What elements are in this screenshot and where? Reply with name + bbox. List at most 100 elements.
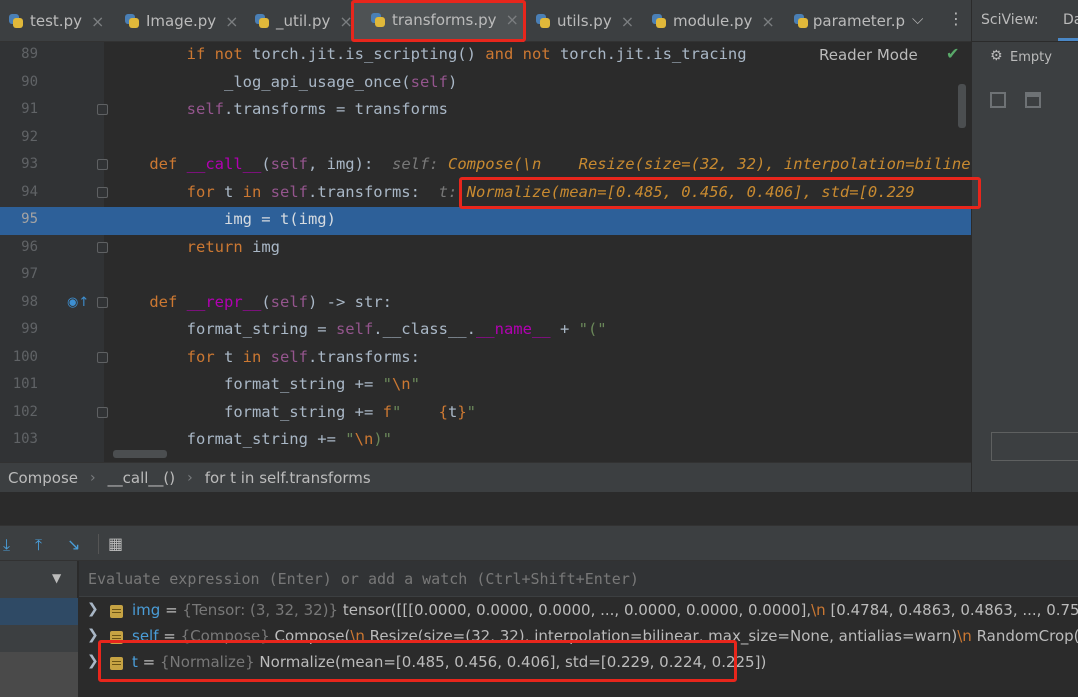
breadcrumb-item-class[interactable]: Compose [8, 469, 78, 487]
line-number: 97 [21, 266, 38, 282]
sciview-title: SciView: [981, 12, 1039, 28]
code-line[interactable]: 100 for t in self.transforms: [0, 345, 971, 373]
sciview-header: SciView: Da [972, 0, 1078, 42]
code-text: if not torch.jit.is_scripting() and not … [186, 45, 747, 63]
fold-marker-icon[interactable] [97, 186, 108, 198]
line-number: 89 [21, 46, 38, 62]
dropdown-arrow-icon[interactable]: ▼ [52, 571, 61, 585]
code-text: for t in self.transforms: [186, 347, 420, 366]
fold-marker-icon[interactable] [97, 296, 108, 308]
horizontal-scrollbar[interactable] [113, 450, 167, 458]
table-icon[interactable]: ▦ [108, 534, 123, 553]
step-out-icon[interactable]: ⤒ [35, 535, 42, 555]
breadcrumb-item-loop[interactable]: for t in self.transforms [205, 469, 371, 487]
line-number: 93 [21, 156, 38, 172]
code-line[interactable]: 101 format_string += "\n" [0, 372, 971, 400]
code-text: format_string += f" {t}" [112, 402, 477, 421]
tab-utils-py[interactable]: utils.py × [535, 0, 634, 42]
python-file-icon [254, 13, 270, 29]
code-text: self.transforms = transforms [186, 100, 448, 118]
code-line[interactable]: 91 self.transforms = transforms [0, 97, 971, 125]
inline-hint-label: self: [391, 155, 448, 173]
code-line[interactable]: 98 ◉↑ def __repr__(self) -> str: [0, 290, 971, 318]
highlight-box-variable-t [98, 640, 737, 682]
fold-marker-icon[interactable] [97, 104, 108, 115]
sciview-empty-row: ⚙ Empty [972, 44, 1078, 72]
tab-util-py[interactable]: _util.py × [254, 0, 353, 42]
tab-test-py[interactable]: test.py × [8, 0, 104, 42]
variable-icon [110, 605, 123, 618]
chevron-down-icon[interactable]: ⌵ [912, 10, 923, 28]
line-number: 94 [21, 183, 38, 200]
fold-marker-icon[interactable] [97, 159, 108, 170]
empty-label: Empty [1010, 50, 1052, 65]
code-line[interactable]: 89 if not torch.jit.is_scripting() and n… [0, 42, 971, 70]
line-number: 103 [12, 431, 38, 447]
code-line[interactable]: 93 def __call__(self, img): self: Compos… [0, 152, 971, 180]
code-line[interactable]: 97 [0, 262, 971, 290]
expand-arrow-icon[interactable]: ❯ [87, 627, 99, 643]
expand-arrow-icon[interactable]: ❯ [87, 653, 99, 669]
tab-label: test.py [30, 12, 82, 30]
line-number: 91 [21, 101, 38, 117]
tab-label: utils.py [557, 12, 612, 30]
step-into-icon[interactable]: ⤓ [3, 535, 10, 555]
breadcrumb: Compose › __call__() › for t in self.tra… [0, 462, 971, 492]
code-editor[interactable]: Reader Mode ✔ 89 if not torch.jit.is_scr… [0, 42, 971, 462]
frame-item-selected[interactable] [0, 598, 78, 625]
tab-label: module.py [673, 12, 753, 30]
tab-module-py[interactable]: module.py × [651, 0, 775, 42]
tab-image-py[interactable]: Image.py × [124, 0, 239, 42]
sciview-data-tab[interactable]: Da [1063, 12, 1078, 28]
close-icon[interactable]: × [225, 12, 238, 31]
frame-item[interactable] [0, 652, 78, 697]
sciview-panel: SciView: Da ⚙ Empty [971, 0, 1078, 492]
frames-pane: ▼ [0, 561, 78, 697]
close-icon[interactable]: × [621, 12, 634, 31]
python-file-icon [8, 13, 24, 29]
fold-marker-icon[interactable] [97, 351, 108, 363]
expand-arrow-icon[interactable]: ❯ [87, 601, 99, 617]
frame-item[interactable] [0, 625, 78, 652]
line-number: 96 [21, 238, 38, 255]
line-number: 101 [12, 376, 38, 392]
code-text: format_string = self.__class__.__name__ … [112, 320, 607, 338]
sciview-input-box[interactable] [991, 432, 1078, 461]
code-text: img = t(img) [112, 210, 336, 228]
code-text: def __call__(self, img): self: Compose(\… [112, 155, 971, 173]
chevron-right-icon: › [90, 469, 96, 486]
line-number: 99 [21, 321, 38, 337]
fold-marker-icon[interactable] [97, 241, 108, 253]
tab-parameter-py[interactable]: parameter.p [793, 0, 905, 42]
evaluate-expression-input[interactable]: Evaluate expression (Enter) or add a wat… [79, 561, 1078, 597]
run-to-cursor-icon[interactable]: ↘ [67, 535, 80, 554]
code-line[interactable]: 92 [0, 125, 971, 153]
more-vertical-icon[interactable]: ⋮ [948, 9, 964, 28]
python-file-icon [535, 13, 551, 29]
tab-label: _util.py [276, 12, 331, 30]
evaluate-placeholder: Evaluate expression (Enter) or add a wat… [88, 570, 639, 588]
code-line[interactable]: 102 format_string += f" {t}" [0, 400, 971, 428]
breadcrumb-item-method[interactable]: __call__() [108, 469, 175, 487]
window-icon[interactable] [1025, 92, 1041, 108]
code-text: def __repr__(self) -> str: [149, 292, 392, 311]
close-icon[interactable]: × [91, 12, 104, 31]
code-line[interactable]: 96 return img [0, 235, 971, 263]
current-execution-line[interactable]: 95 img = t(img) [0, 207, 971, 235]
vertical-scrollbar[interactable] [958, 84, 966, 128]
code-line[interactable]: 99 format_string = self.__class__.__name… [0, 317, 971, 345]
line-number: 102 [12, 403, 38, 420]
variable-row-img[interactable]: ❯ img = {Tensor: (3, 32, 32)} tensor([[[… [79, 598, 1078, 625]
line-number: 90 [21, 73, 38, 90]
tab-label: Image.py [146, 12, 217, 30]
override-marker-icon[interactable]: ◉↑ [67, 295, 89, 310]
gear-icon[interactable]: ⚙ [990, 48, 1003, 64]
close-icon[interactable]: × [761, 12, 774, 31]
chevron-right-icon: › [187, 469, 193, 486]
fold-marker-icon[interactable] [97, 406, 108, 418]
python-file-icon [793, 13, 808, 29]
expand-icon[interactable] [990, 92, 1006, 108]
code-text: return img [186, 237, 280, 256]
python-file-icon [124, 13, 140, 29]
code-line[interactable]: 90 _log_api_usage_once(self) [0, 70, 971, 98]
